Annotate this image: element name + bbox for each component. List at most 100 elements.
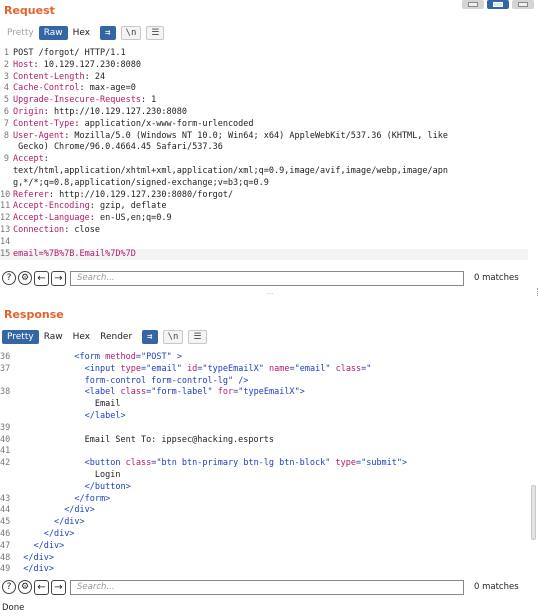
code-text: Accept-Language: en-US,en;q=0.9: [13, 213, 172, 225]
header-value: : en-US,en;q=0.9: [89, 213, 172, 224]
html-token: =": [197, 363, 208, 374]
request-tab-raw[interactable]: Raw: [38, 26, 68, 40]
request-search-input[interactable]: Search...: [70, 270, 464, 286]
code-text: Content-Type: application/x-www-form-url…: [13, 119, 254, 131]
request-title: Request: [4, 4, 55, 17]
request-menu-icon[interactable]: ☰: [146, 26, 165, 40]
html-token: ": [176, 363, 188, 374]
html-token: class: [335, 363, 362, 374]
request-search-bar: ? ⚙ ← → Search... 0 matches: [0, 269, 540, 287]
header-name: Content-Type: [13, 118, 75, 129]
code-line: 2 Host: 10.129.127.230:8080: [0, 60, 528, 72]
html-token: ">: [294, 387, 305, 398]
html-token: type: [335, 458, 356, 469]
html-token: <label: [84, 387, 121, 398]
html-token: POST: [146, 352, 167, 362]
request-newline-icon[interactable]: \n: [120, 26, 142, 40]
header-name: Origin: [13, 106, 44, 117]
layout-single-icon[interactable]: [512, 0, 534, 9]
response-tab-hex[interactable]: Hex: [68, 330, 95, 344]
request-wrap-lines-icon[interactable]: ⇉: [100, 26, 116, 40]
back-arrow-icon[interactable]: ←: [34, 270, 49, 286]
code-line: 44 </div>: [0, 505, 528, 517]
response-title: Response: [4, 308, 64, 321]
code-line: Login: [0, 470, 528, 482]
header-value: : http://10.129.127.230:8080/forgot/: [48, 189, 234, 200]
line-number: 44: [0, 505, 11, 516]
response-menu-icon[interactable]: ☰: [188, 330, 207, 344]
line-number: 5: [3, 95, 9, 106]
line-number: 14: [0, 236, 11, 247]
html-token: submit: [366, 458, 397, 469]
status-text: Done: [2, 603, 25, 613]
help-icon[interactable]: ?: [2, 580, 16, 594]
forward-arrow-icon[interactable]: →: [51, 270, 66, 286]
code-line: 37 <input type="email" id="typeEmailX" n…: [0, 364, 528, 376]
code-line: </button>: [0, 482, 528, 494]
code-text: POST /forgot/ HTTP/1.1: [13, 48, 126, 58]
layout-side-by-side-icon[interactable]: [462, 0, 484, 9]
html-token: </div>: [43, 528, 75, 539]
code-text: Email Sent To: ippsec@hacking.esports: [13, 435, 274, 447]
panel-divider[interactable]: ...: [0, 289, 540, 296]
code-text: form-control form-control-lg" />: [13, 376, 249, 388]
header-value: : gzip, deflate: [89, 201, 167, 212]
response-tab-raw[interactable]: Raw: [39, 330, 68, 344]
forward-arrow-icon[interactable]: →: [51, 579, 66, 595]
code-line: 6 Origin: http://10.129.127.230:8080: [0, 107, 528, 119]
code-line: 47 </div>: [0, 541, 528, 553]
layout-stacked-icon[interactable]: [487, 0, 509, 9]
header-name: email: [13, 248, 39, 259]
code-text: </div>: [13, 564, 54, 576]
line-number: 4: [3, 83, 9, 94]
html-token: form-label: [156, 387, 208, 398]
line-number: 6: [3, 106, 9, 117]
header-value: =%7B%7B.Email%7D%7D: [38, 248, 136, 259]
header-name: Connection: [13, 224, 65, 235]
line-number: 48: [0, 552, 11, 563]
settings-icon[interactable]: ⚙: [18, 580, 32, 594]
line-number: [0, 470, 13, 482]
html-token: Email Sent To: ippsec@hacking.esports: [84, 434, 275, 445]
line-number: 45: [0, 517, 11, 528]
response-wrap-lines-icon[interactable]: ⇉: [142, 330, 158, 344]
header-name: Accept-Language: [13, 213, 90, 224]
html-token: name: [269, 363, 290, 374]
code-line: 49 </div>: [0, 564, 528, 576]
code-text: </div>: [13, 541, 64, 553]
settings-icon[interactable]: ⚙: [18, 271, 32, 285]
html-token: typeEmailX: [207, 363, 259, 374]
code-text: User-Agent: Mozilla/5.0 (Windows NT 10.0…: [13, 131, 448, 143]
code-text: </div>: [13, 517, 85, 529]
response-tab-render[interactable]: Render: [95, 330, 137, 344]
html-token: <form: [74, 352, 106, 362]
line-number: 43: [0, 493, 11, 504]
code-text: Cache-Control: max-age=0: [13, 83, 136, 95]
request-tab-hex[interactable]: Hex: [68, 26, 95, 40]
html-token: method: [105, 352, 136, 362]
code-line: 42 <button class="btn btn-primary btn-lg…: [0, 458, 528, 470]
response-editor[interactable]: 36 <form method="POST" >37 <input type="…: [0, 352, 528, 576]
back-arrow-icon[interactable]: ←: [34, 579, 49, 595]
line-number: 10: [0, 189, 11, 200]
help-icon[interactable]: ?: [2, 271, 16, 285]
line-number: 15: [0, 248, 11, 259]
html-token: ">: [396, 458, 408, 469]
response-scrollbar[interactable]: [531, 485, 536, 540]
response-newline-icon[interactable]: \n: [162, 330, 184, 344]
request-editor[interactable]: 1 POST /forgot/ HTTP/1.1 2 Host: 10.129.127…: [0, 48, 528, 261]
response-tab-pretty[interactable]: Pretty: [2, 330, 39, 344]
html-token: class: [125, 458, 152, 469]
response-match-count: 0 matches: [474, 582, 519, 592]
header-value: : max-age=0: [79, 83, 136, 94]
request-tab-pretty[interactable]: Pretty: [2, 26, 39, 40]
header-name: Host: [13, 59, 34, 70]
header-name: Accept: [13, 154, 44, 165]
html-token: <button: [84, 458, 126, 469]
response-search-input[interactable]: Search...: [70, 579, 464, 595]
html-token: ": [325, 458, 336, 469]
